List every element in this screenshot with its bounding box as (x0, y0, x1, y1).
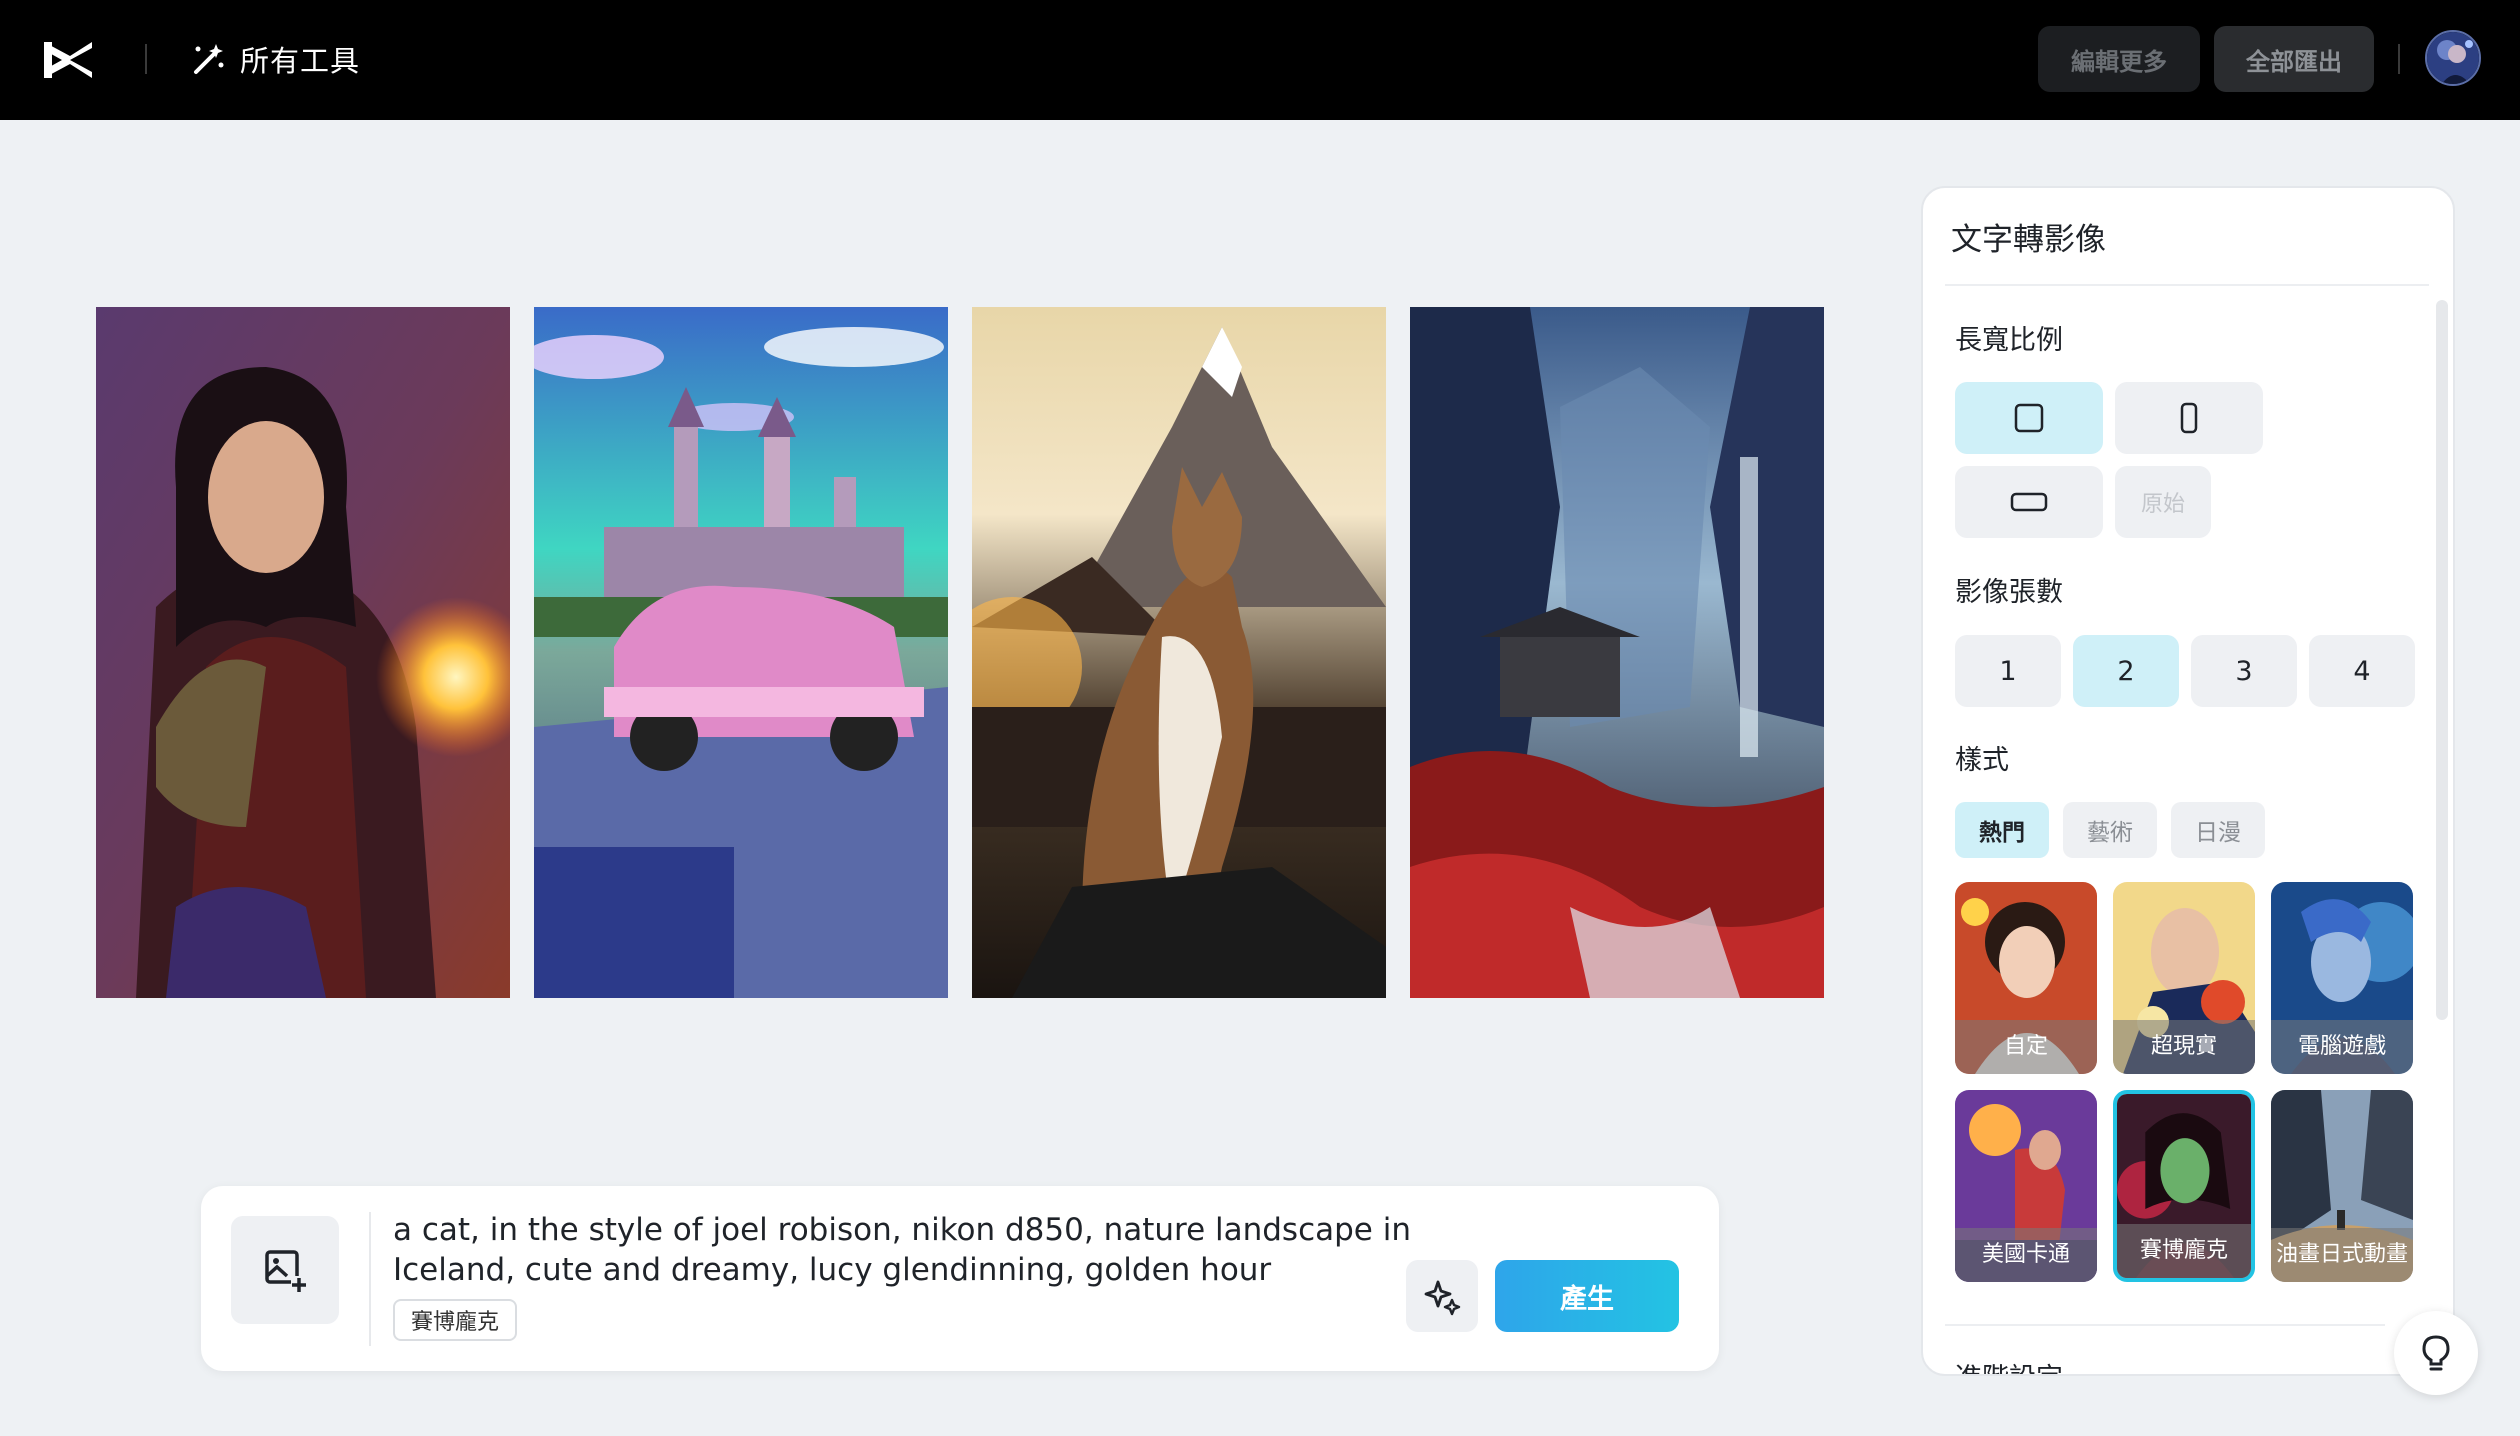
prompt-input[interactable]: a cat, in the style of joel robison, nik… (393, 1210, 1433, 1290)
style-surreal-tile[interactable]: 超現實 (2113, 882, 2255, 1074)
user-avatar[interactable] (2425, 30, 2481, 86)
advanced-divider (1945, 1324, 2385, 1326)
style-surreal-label: 超現實 (2113, 1020, 2255, 1074)
count-option-1[interactable]: 1 (1955, 635, 2061, 707)
top-bar: 所有工具 編輯更多 全部匯出 (0, 0, 2520, 120)
image-count-label: 影像張數 (1955, 577, 2063, 608)
generated-image-1[interactable] (96, 307, 510, 998)
all-tools-button[interactable]: 所有工具 (188, 36, 360, 82)
prompt-divider (369, 1212, 371, 1346)
style-cyberpunk-tile[interactable]: 賽博龐克 (2113, 1090, 2255, 1282)
aspect-original-option[interactable]: 原始 (2115, 466, 2211, 538)
all-tools-label: 所有工具 (240, 44, 361, 78)
style-american-cartoon-label: 美國卡通 (1955, 1228, 2097, 1282)
panel-title: 文字轉影像 (1951, 222, 2106, 258)
aspect-portrait-option[interactable] (2115, 382, 2263, 454)
square-icon (2014, 403, 2044, 433)
upload-image-button[interactable] (231, 1216, 339, 1324)
count-option-4[interactable]: 4 (2309, 635, 2415, 707)
style-custom-label: 自定 (1955, 1020, 2097, 1074)
style-cyberpunk-label: 賽博龐克 (2117, 1224, 2251, 1278)
aspect-ratio-label: 長寬比例 (1955, 325, 2063, 356)
portrait-icon (2180, 402, 2198, 434)
cat-mountain-sunset-image (972, 307, 1386, 998)
enhance-prompt-button[interactable] (1406, 1260, 1478, 1332)
sparkle-icon (1424, 1280, 1461, 1316)
fantasy-woman-fireball-image (96, 307, 510, 998)
style-tag[interactable]: 賽博龐克 (393, 1299, 518, 1341)
generated-images-gallery (96, 307, 1824, 998)
capcut-logo-icon[interactable] (40, 34, 96, 84)
style-videogame-label: 電腦遊戲 (2271, 1020, 2413, 1074)
asian-mountain-temple-image (1410, 307, 1824, 998)
prompt-text-line2: Iceland, cute and dreamy, lucy glendinni… (393, 1252, 1272, 1288)
export-all-button[interactable]: 全部匯出 (2214, 26, 2374, 92)
aspect-landscape-option[interactable] (1955, 466, 2103, 538)
style-label: 樣式 (1955, 745, 2009, 776)
magic-wand-icon (194, 44, 224, 74)
style-tab-popular[interactable]: 熱門 (1955, 802, 2049, 858)
style-tab-art[interactable]: 藝術 (2063, 802, 2157, 858)
edit-more-button[interactable]: 編輯更多 (2038, 26, 2200, 92)
prompt-bar: a cat, in the style of joel robison, nik… (201, 1186, 1719, 1371)
panel-scrollbar[interactable] (2436, 300, 2448, 1020)
aspect-square-option[interactable] (1955, 382, 2103, 454)
style-oil-anime-tile[interactable]: 油畫日式動畫 (2271, 1090, 2413, 1282)
topbar-divider (2398, 44, 2400, 74)
generate-button[interactable]: 產生 (1495, 1260, 1679, 1332)
style-videogame-tile[interactable]: 電腦遊戲 (2271, 882, 2413, 1074)
style-tab-anime[interactable]: 日漫 (2171, 802, 2265, 858)
advanced-settings-label[interactable]: 進階設定 (1955, 1356, 2063, 1374)
style-oil-anime-label: 油畫日式動畫 (2271, 1228, 2413, 1282)
image-add-icon (265, 1250, 307, 1292)
style-american-cartoon-tile[interactable]: 美國卡通 (1955, 1090, 2097, 1282)
help-button[interactable] (2394, 1311, 2478, 1395)
topbar-divider (145, 44, 147, 74)
prompt-text-line1: a cat, in the style of joel robison, nik… (393, 1212, 1411, 1248)
lightbulb-icon (2422, 1335, 2450, 1371)
pink-car-castle-image (534, 307, 948, 998)
count-option-3[interactable]: 3 (2191, 635, 2297, 707)
generated-image-3[interactable] (972, 307, 1386, 998)
style-custom-tile[interactable]: 自定 (1955, 882, 2097, 1074)
panel-header-divider (1945, 284, 2429, 286)
text-to-image-panel: 文字轉影像 長寬比例 原始 影像張數 1 2 3 4 樣式 熱門 藝術 日漫 自… (1921, 186, 2455, 1376)
generated-image-2[interactable] (534, 307, 948, 998)
aspect-original-label: 原始 (2140, 492, 2185, 517)
generated-image-4[interactable] (1410, 307, 1824, 998)
count-option-2[interactable]: 2 (2073, 635, 2179, 707)
landscape-icon (2010, 492, 2048, 512)
